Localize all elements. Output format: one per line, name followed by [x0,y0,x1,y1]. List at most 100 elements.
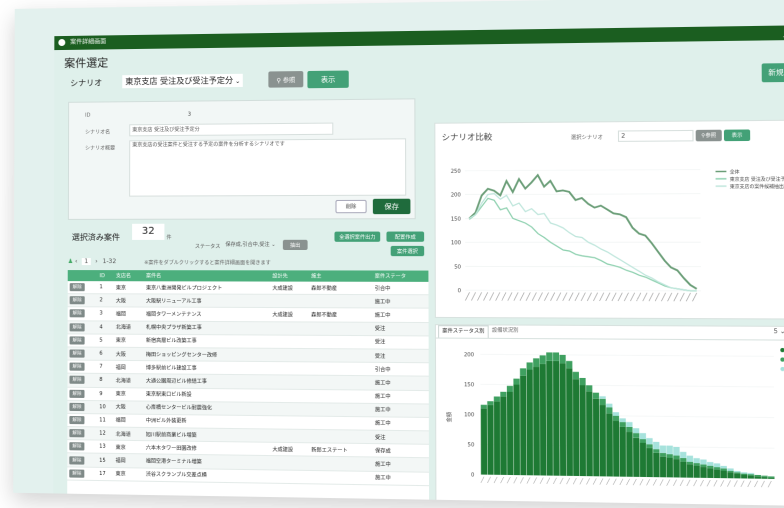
remove-button[interactable]: 解除 [69,402,85,411]
bar-segment [686,464,694,478]
bar-segment [747,474,755,476]
status-filter-label: ステータス [194,243,221,250]
compare-select-label: 選択シナリオ [570,134,603,142]
page-select[interactable]: 5 ⌄ [774,328,784,335]
y-tick-label: 200 [451,193,461,199]
table-cell: 6 [97,347,114,361]
x-tick-mark [692,293,696,301]
compare-show-button[interactable]: 表示 [723,129,751,142]
tab-status[interactable]: 案件ステータス別 [438,325,489,338]
scenario-ref-button[interactable]: ⚲ 参照 [268,71,304,88]
table-cell [270,469,310,484]
bar-segment [673,455,680,460]
row-action-cell: 解除 [67,333,98,348]
x-tick-mark [575,293,579,301]
x-tick-mark [734,480,737,486]
bar-segment [707,465,714,469]
pager-last[interactable]: › [95,258,97,265]
scenario-show-button[interactable]: 表示 [307,70,349,89]
save-button[interactable]: 保存 [372,198,411,215]
compare-ref-button[interactable]: ⚲参照 [695,129,722,142]
remove-button[interactable]: 解除 [69,429,85,438]
tab-equipment[interactable]: 設備状況別 [489,325,522,337]
bar-segment [526,369,534,476]
remove-button[interactable]: 解除 [69,469,85,478]
x-tick-mark [526,292,530,300]
column-header[interactable]: 案件ステータ [372,270,429,282]
x-tick-mark [674,293,678,301]
remove-button[interactable]: 解除 [69,455,85,465]
series-line [469,193,697,291]
remove-button[interactable]: 解除 [69,442,85,451]
remove-button[interactable]: 解除 [69,389,85,398]
x-tick-mark [633,479,636,485]
pager-first[interactable]: ‹ [75,258,77,265]
bar-segment [713,467,721,470]
scenario-desc-field[interactable]: 東京支店の受注案件と受注する予定の案件を分析するシナリオです [129,138,407,197]
compare-select-field[interactable]: 2 [617,129,694,142]
table-cell: 東京 [113,333,144,348]
scenario-select[interactable]: 東京支店 受注及び受注予定分 ⌄ [122,73,244,89]
create-layout-button[interactable]: 配置作成 [386,231,425,242]
table-row[interactable]: 解除 1 東京 東京八重洲開発ビルプロジェクト 大成建設 森郎不動産 引合中 [67,281,429,295]
table-cell [309,456,373,472]
x-tick-mark [514,292,518,300]
remove-button[interactable]: 解除 [69,349,85,358]
table-cell: 東京八重洲開発ビルプロジェクト [143,281,271,295]
bar-segment [768,477,775,479]
row-action-cell: 解除 [67,439,98,454]
status-filter-button[interactable]: 抽出 [282,239,308,250]
series-line [469,174,697,288]
x-tick-mark [606,293,610,301]
remove-button[interactable]: 解除 [69,296,85,305]
x-tick-mark [550,293,554,301]
column-header[interactable]: 設計先 [270,270,310,282]
bar-segment [700,466,707,478]
column-header[interactable]: 施主 [309,270,373,282]
delete-button[interactable]: 削除 [335,199,367,214]
scenario-name-label: シナリオ名 [85,129,111,136]
compare-panel: シナリオ比較 選択シナリオ 2 ⚲参照 表示 0 50 100 150 200 250 全体… [434,119,784,320]
table-cell: 福岡 [113,453,144,468]
column-header[interactable]: 支店名 [113,270,145,282]
remove-button[interactable]: 解除 [69,283,85,292]
bar-segment [606,413,613,477]
compare-title: シナリオ比較 [441,132,493,143]
bar-segment [632,433,640,438]
x-tick-mark [694,480,697,486]
pager-page[interactable]: 1 [81,258,92,266]
new-scenario-button[interactable]: 新規シナ [761,62,784,83]
table-cell: 施工中 [372,294,429,309]
bar-segment [539,355,546,364]
table-cell: 北海道 [113,320,144,335]
bar-segment [533,366,540,476]
x-tick-mark [640,479,643,485]
gridline [465,290,701,291]
table-row[interactable]: 解除 2 大阪 大阪駅リニューアル工事 施工中 [67,293,429,309]
remove-button[interactable]: 解除 [69,336,85,345]
column-header[interactable] [67,270,98,282]
bar-segment [533,358,540,367]
x-tick-mark [520,477,523,483]
remove-button[interactable]: 解除 [69,376,85,385]
x-tick-mark [581,293,585,301]
remove-button[interactable]: 解除 [69,309,85,318]
remove-button[interactable]: 解除 [69,322,85,332]
bar-segment [626,426,633,432]
remove-button[interactable]: 解除 [69,415,85,425]
scenario-name-field[interactable]: 東京支店 受注及び受注予定分 [129,122,334,137]
select-case-button[interactable]: 案件選択 [390,245,425,257]
export-button[interactable]: 全選択案件出力 [334,231,381,242]
table-cell [309,348,373,363]
bar-segment [768,476,775,478]
legend-label: 東京支店 受注及び受注予定 [730,175,784,183]
status-filter-select[interactable]: 保存成,引合中,受注 ⌄ [225,241,275,248]
remove-button[interactable]: 解除 [69,362,85,371]
bar-segment [693,465,700,478]
table-cell [309,429,373,444]
x-tick-mark [532,292,536,300]
column-header[interactable]: ID [97,270,114,282]
column-header[interactable]: 案件名 [143,270,271,282]
x-tick-mark [653,479,656,485]
screenshot-frame: 案件詳細画面 _ 案件選定 シナリオ 東京支店 受注及び受注予定分 ⌄ ⚲ 参照… [0,0,784,508]
